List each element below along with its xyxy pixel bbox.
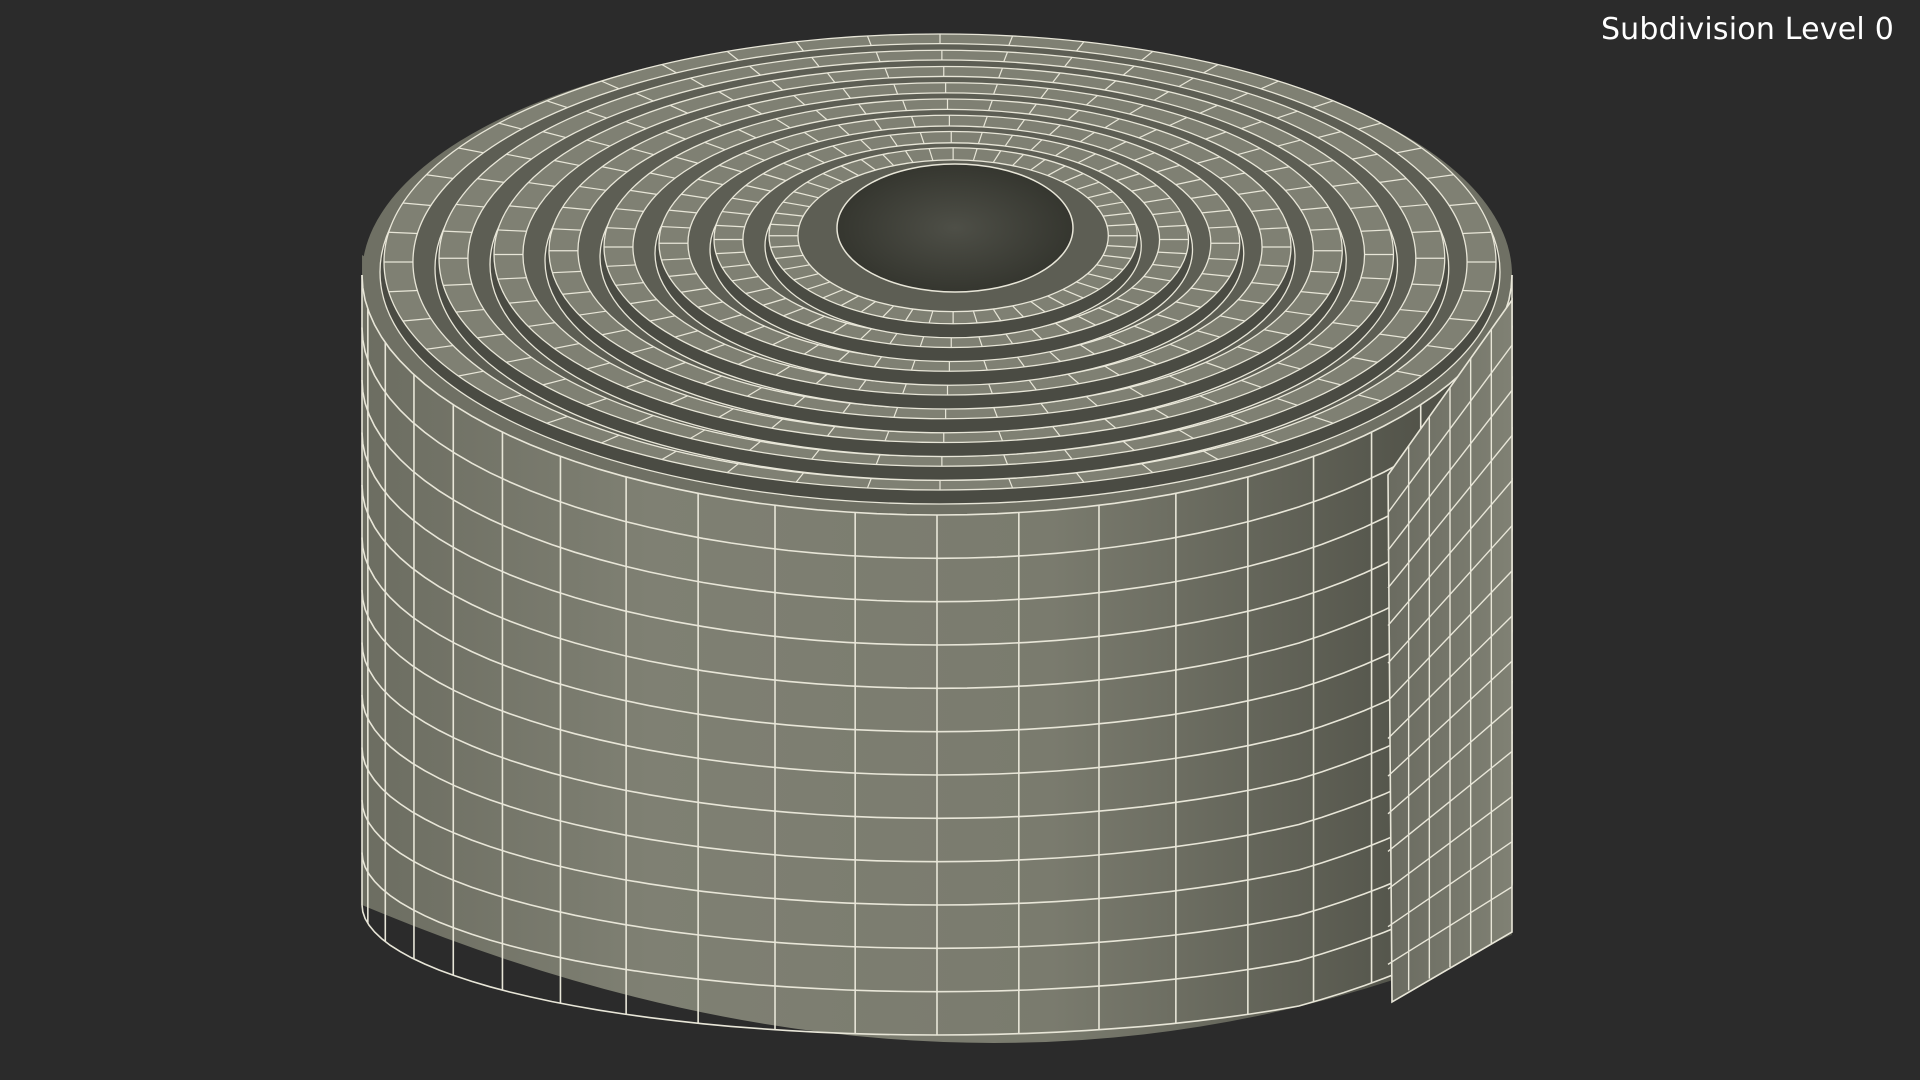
render-viewport: Subdivision Level 0 xyxy=(0,0,1920,1080)
subdivision-level-label: Subdivision Level 0 xyxy=(1600,12,1894,47)
rolled-strip-model xyxy=(361,33,1513,1043)
roll-center-hole xyxy=(836,163,1074,293)
